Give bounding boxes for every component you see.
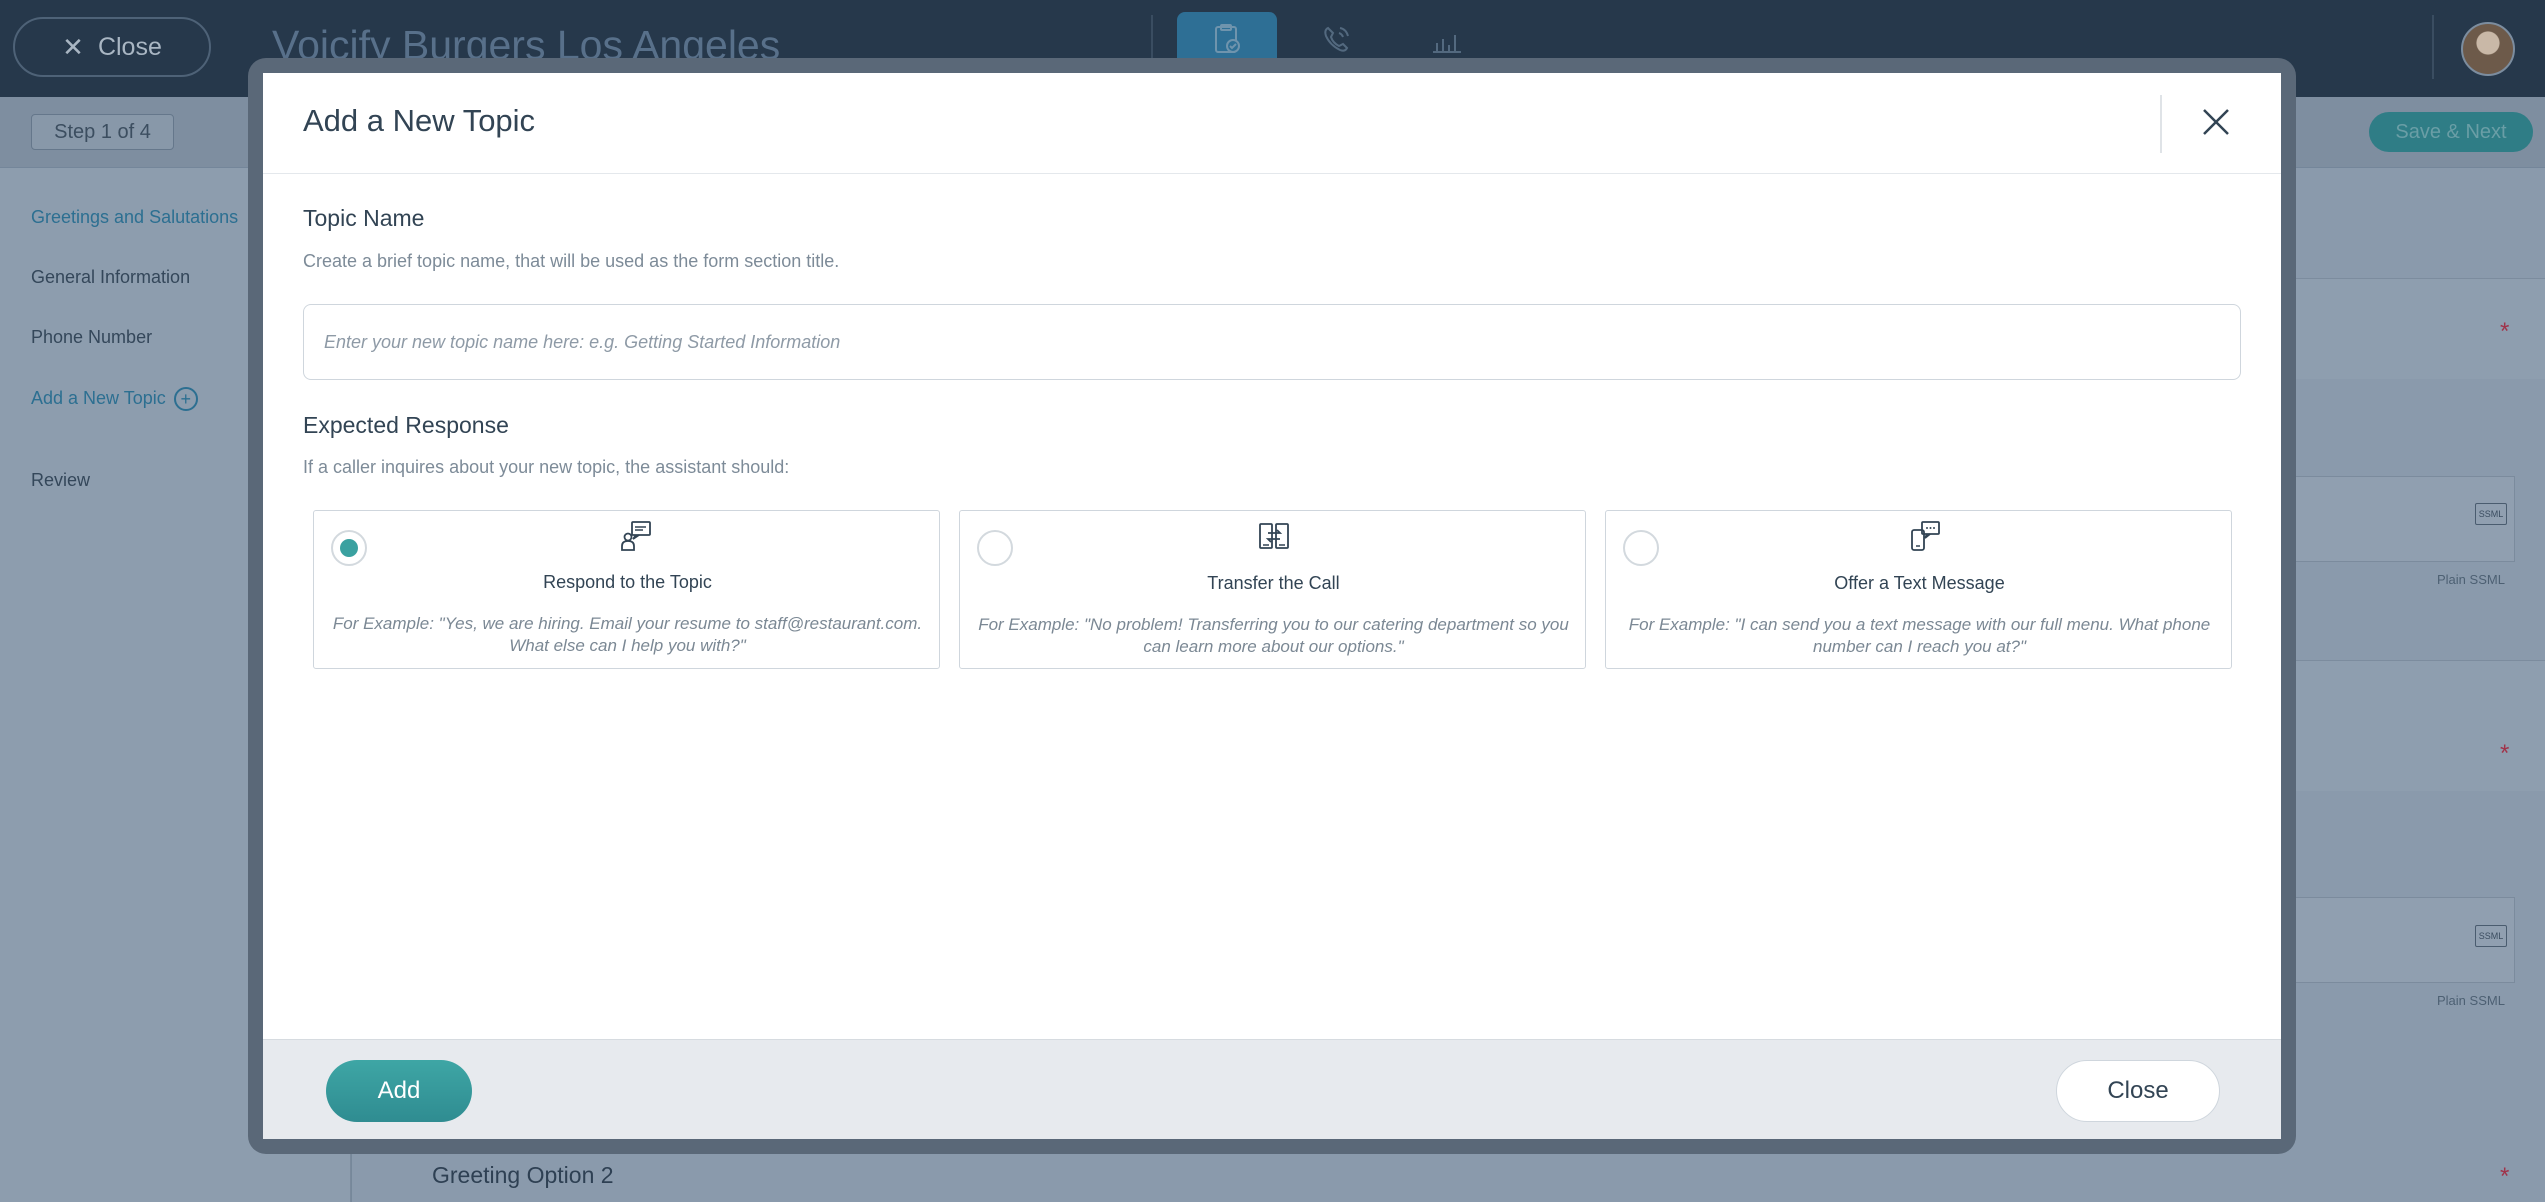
page-close-button[interactable]: ✕ Close bbox=[13, 17, 211, 77]
form-field bbox=[2290, 660, 2545, 791]
required-mark: * bbox=[2500, 318, 2510, 345]
ssml-toggle[interactable]: SSML bbox=[2475, 503, 2507, 525]
required-mark: * bbox=[2500, 740, 2510, 767]
chat-person-icon bbox=[621, 521, 651, 551]
plain-ssml-toggle[interactable]: Plain SSML bbox=[2437, 993, 2505, 1008]
analytics-icon[interactable] bbox=[1429, 24, 1463, 54]
plain-ssml-toggle[interactable]: Plain SSML bbox=[2437, 572, 2505, 587]
save-next-button[interactable]: Save & Next bbox=[2369, 112, 2533, 152]
greeting-option-title: Greeting Option 2 bbox=[432, 1162, 614, 1188]
modal-title: Add a New Topic bbox=[303, 103, 536, 138]
radio-button[interactable] bbox=[1623, 530, 1659, 566]
sidebar-item-add-topic[interactable]: Add a New Topic + bbox=[31, 387, 198, 411]
topic-name-title: Topic Name bbox=[303, 205, 425, 231]
expected-response-help: If a caller inquires about your new topi… bbox=[303, 457, 790, 477]
step-badge: Step 1 of 4 bbox=[31, 114, 174, 150]
sidebar-item-phone-number[interactable]: Phone Number bbox=[31, 327, 152, 348]
avatar[interactable] bbox=[2461, 22, 2515, 76]
modal-header: Add a New Topic bbox=[263, 73, 2281, 174]
expected-response-title: Expected Response bbox=[303, 412, 509, 438]
sidebar-item-label: Add a New Topic bbox=[31, 387, 166, 408]
add-topic-modal: Add a New Topic Topic Name Create a brie… bbox=[263, 73, 2281, 1139]
option-example: For Example: "I can send you a text mess… bbox=[1628, 615, 2211, 656]
option-transfer-call[interactable]: Transfer the Call For Example: "No probl… bbox=[959, 510, 1586, 669]
sidebar-item-general-information[interactable]: General Information bbox=[31, 267, 190, 288]
option-label: Respond to the Topic bbox=[543, 572, 712, 592]
option-offer-text-message[interactable]: Offer a Text Message For Example: "I can… bbox=[1605, 510, 2232, 669]
required-mark: * bbox=[2500, 1163, 2510, 1190]
add-button[interactable]: Add bbox=[326, 1060, 472, 1122]
sidebar-item-review[interactable]: Review bbox=[31, 470, 90, 491]
modal-footer: Add Close bbox=[263, 1039, 2281, 1139]
divider bbox=[351, 1150, 352, 1202]
option-label: Offer a Text Message bbox=[1834, 573, 2005, 593]
topic-name-help: Create a brief topic name, that will be … bbox=[303, 251, 840, 271]
option-label: Transfer the Call bbox=[1207, 573, 1340, 593]
clipboard-check-icon bbox=[1215, 24, 1240, 53]
page-close-label: Close bbox=[97, 32, 162, 61]
plus-circle-icon: + bbox=[173, 387, 198, 411]
ssml-toggle[interactable]: SSML bbox=[2475, 925, 2507, 947]
radio-button[interactable] bbox=[331, 530, 367, 566]
option-respond-to-topic[interactable]: Respond to the Topic For Example: "Yes, … bbox=[313, 510, 940, 669]
radio-button[interactable] bbox=[977, 530, 1013, 566]
topic-name-input[interactable] bbox=[303, 304, 2241, 380]
divider bbox=[2160, 95, 2162, 153]
divider bbox=[2432, 15, 2434, 79]
option-example: For Example: "Yes, we are hiring. Email … bbox=[332, 614, 923, 655]
close-button[interactable]: Close bbox=[2056, 1060, 2220, 1122]
phone-message-icon bbox=[1911, 521, 1940, 551]
sidebar-item-greetings[interactable]: Greetings and Salutations bbox=[31, 207, 238, 228]
close-icon[interactable] bbox=[2198, 104, 2234, 140]
close-icon: ✕ bbox=[62, 31, 84, 62]
option-example: For Example: "No problem! Transferring y… bbox=[978, 615, 1569, 656]
transfer-icon bbox=[1259, 523, 1289, 549]
phone-call-icon[interactable] bbox=[1320, 24, 1354, 54]
